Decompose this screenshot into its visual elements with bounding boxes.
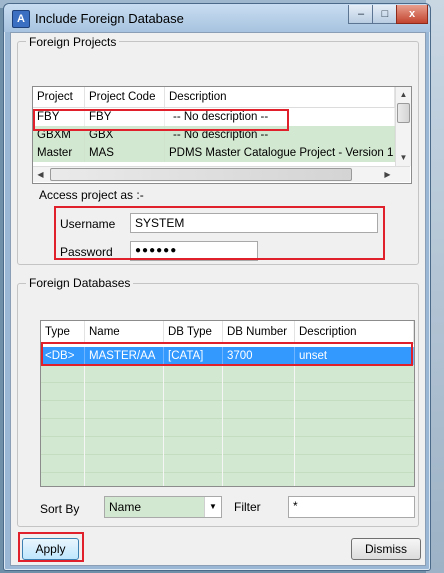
column-header-db-type[interactable]: DB Type (164, 321, 223, 343)
username-label: Username (60, 217, 116, 231)
column-divider (84, 365, 85, 486)
app-icon: A (12, 10, 30, 28)
foreign-databases-label: Foreign Databases (26, 276, 134, 290)
scroll-down-icon[interactable]: ▼ (396, 150, 411, 165)
column-header-type[interactable]: Type (41, 321, 85, 343)
column-header-db-number[interactable]: DB Number (223, 321, 295, 343)
sort-by-dropdown[interactable]: Name ▼ (104, 496, 222, 518)
maximize-button[interactable]: □ (372, 5, 398, 24)
table-row[interactable]: FBY FBY -- No description -- (33, 108, 411, 126)
sort-by-label: Sort By (40, 502, 80, 516)
table-row[interactable]: Master MAS PDMS Master Catalogue Project… (33, 144, 411, 162)
sort-by-value: Name (109, 500, 142, 514)
db-name-cell: MASTER/AA (85, 347, 164, 365)
projects-horizontal-scrollbar[interactable]: ◀ ▶ (33, 166, 410, 182)
projects-table-header: Project Project Code Description (33, 87, 411, 108)
close-button[interactable]: x (396, 5, 428, 24)
scroll-right-icon[interactable]: ▶ (380, 167, 395, 182)
window-title: Include Foreign Database (35, 11, 184, 26)
scroll-thumb[interactable] (50, 168, 352, 181)
project-cell: FBY (33, 108, 85, 126)
access-project-label: Access project as :- (39, 188, 144, 202)
scroll-left-icon[interactable]: ◀ (33, 167, 48, 182)
column-header-description[interactable]: Description (165, 87, 395, 107)
chevron-down-icon[interactable]: ▼ (204, 497, 221, 517)
password-field[interactable]: ●●●●●● (130, 241, 258, 261)
column-header-db-description[interactable]: Description (295, 321, 414, 343)
column-header-project-code[interactable]: Project Code (85, 87, 165, 107)
dismiss-button[interactable]: Dismiss (351, 538, 421, 560)
column-divider (294, 365, 295, 486)
db-dbtype-cell: [CATA] (164, 347, 223, 365)
databases-table[interactable]: Type Name DB Type DB Number Description … (40, 320, 415, 487)
apply-button[interactable]: Apply (22, 538, 79, 560)
dialog-client-area: Foreign Projects Project Project Code De… (10, 32, 426, 566)
title-bar[interactable]: A Include Foreign Database – □ x (4, 4, 430, 32)
project-code-cell: FBY (85, 108, 165, 126)
filter-field[interactable]: * (288, 496, 415, 518)
description-cell: PDMS Master Catalogue Project - Version … (165, 144, 395, 162)
table-row[interactable]: <DB> MASTER/AA [CATA] 3700 unset (41, 347, 414, 365)
username-field[interactable]: SYSTEM (130, 213, 378, 233)
column-divider (163, 365, 164, 486)
project-code-cell: GBX (85, 126, 165, 144)
db-number-cell: 3700 (223, 347, 295, 365)
column-header-project[interactable]: Project (33, 87, 85, 107)
minimize-button[interactable]: – (348, 5, 374, 24)
databases-table-header: Type Name DB Type DB Number Description (41, 321, 414, 344)
db-type-cell: <DB> (41, 347, 85, 365)
projects-vertical-scrollbar[interactable]: ▲ ▼ (395, 87, 411, 166)
dialog-window: A Include Foreign Database – □ x Foreign… (3, 3, 431, 571)
foreign-projects-label: Foreign Projects (26, 35, 120, 49)
scroll-thumb[interactable] (397, 103, 410, 123)
table-row[interactable]: GBXM GBX -- No description -- (33, 126, 411, 144)
project-cell: GBXM (33, 126, 85, 144)
empty-rows-area (41, 365, 414, 486)
project-code-cell: MAS (85, 144, 165, 162)
project-cell: Master (33, 144, 85, 162)
scroll-up-icon[interactable]: ▲ (396, 87, 411, 102)
column-header-name[interactable]: Name (85, 321, 164, 343)
description-cell: -- No description -- (165, 108, 395, 126)
projects-table[interactable]: Project Project Code Description FBY FBY… (32, 86, 412, 184)
password-label: Password (60, 245, 113, 259)
column-divider (222, 365, 223, 486)
description-cell: -- No description -- (165, 126, 395, 144)
db-description-cell: unset (295, 347, 414, 365)
filter-label: Filter (234, 500, 261, 514)
